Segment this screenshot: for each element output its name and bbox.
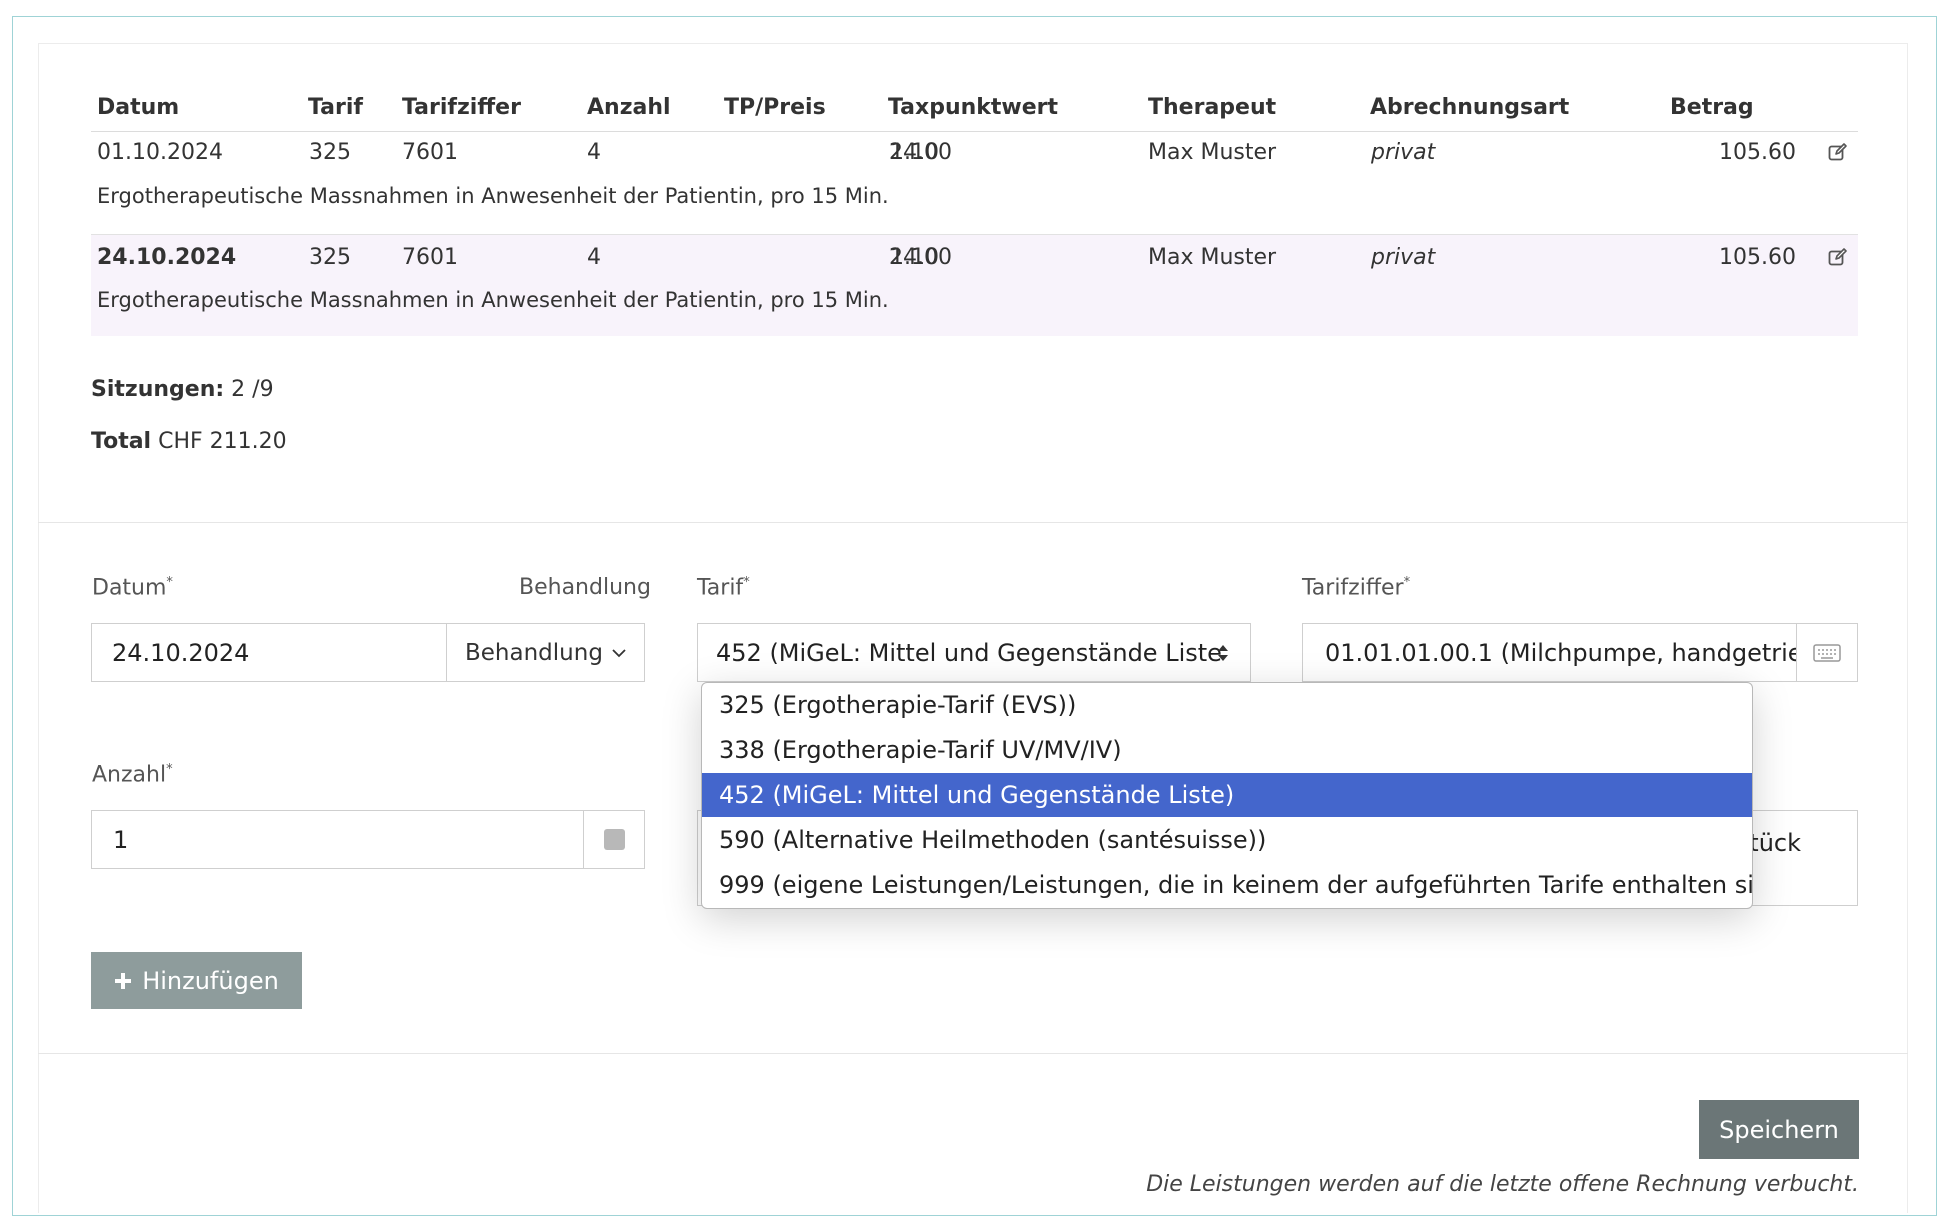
total-value: CHF 211.20: [158, 429, 287, 454]
edit-icon[interactable]: [1828, 247, 1848, 267]
cell-abrechnungsart: privat: [1371, 245, 1436, 270]
sort-arrows-icon: [1218, 645, 1228, 661]
cell-therapeut: Max Muster: [1148, 245, 1277, 270]
col-header-taxpunktwert: Taxpunktwert: [888, 95, 1059, 120]
cell-taxpunktwert: 1.10: [890, 245, 939, 270]
tarifziffer-label: Tarifziffer*: [1302, 575, 1411, 601]
anzahl-input[interactable]: 1: [91, 810, 584, 869]
save-button[interactable]: Speichern: [1699, 1100, 1859, 1159]
cell-tarifziffer: 7601: [402, 140, 458, 165]
tarif-option[interactable]: 325 (Ergotherapie-Tarif (EVS)): [702, 683, 1752, 727]
cell-abrechnungsart: privat: [1371, 140, 1436, 165]
edit-icon[interactable]: [1828, 142, 1848, 162]
tarifziffer-input[interactable]: 01.01.01.00.1 (Milchpumpe, handgetrieb: [1302, 623, 1797, 682]
row-description: Ergotherapeutische Massnahmen in Anwesen…: [97, 184, 889, 208]
col-header-anzahl: Anzahl: [587, 95, 671, 120]
col-header-tarif: Tarif: [308, 95, 363, 120]
tarif-option[interactable]: 338 (Ergotherapie-Tarif UV/MV/IV): [702, 728, 1752, 772]
col-header-therapeut: Therapeut: [1148, 95, 1277, 120]
datum-label: Datum*: [92, 575, 173, 601]
footer-note: Die Leistungen werden auf die letzte off…: [1146, 1172, 1859, 1197]
cell-tarifziffer: 7601: [402, 245, 458, 270]
keyboard-button[interactable]: [1796, 623, 1858, 682]
behandlung-dropdown-button[interactable]: Behandlung: [446, 623, 645, 682]
square-icon: [603, 829, 625, 850]
tarif-option-selected[interactable]: 452 (MiGeL: Mittel und Gegenstände Liste…: [702, 773, 1752, 817]
cell-tarif: 325: [309, 245, 351, 270]
tarif-select[interactable]: 452 (MiGeL: Mittel und Gegenstände Liste: [697, 623, 1251, 682]
datum-input[interactable]: 24.10.2024: [91, 623, 447, 682]
einheit-value: tück: [1749, 829, 1801, 857]
cell-anzahl: 4: [587, 140, 601, 165]
total-summary: Total CHF 211.20: [91, 429, 287, 454]
add-button[interactable]: Hinzufügen: [91, 952, 302, 1009]
sessions-summary: Sitzungen: 2 /9: [91, 377, 274, 402]
tarif-options-list: 325 (Ergotherapie-Tarif (EVS)) 338 (Ergo…: [701, 682, 1753, 909]
behandlung-label: Behandlung: [519, 575, 651, 600]
add-button-label: Hinzufügen: [142, 966, 279, 995]
plus-icon: [115, 972, 132, 989]
col-header-betrag: Betrag: [1670, 95, 1754, 120]
section-divider: [38, 522, 1908, 523]
tarif-select-value: 452 (MiGeL: Mittel und Gegenstände Liste: [716, 638, 1222, 667]
tarif-option[interactable]: 590 (Alternative Heilmethoden (santésuis…: [702, 818, 1752, 862]
chevron-down-icon: [612, 648, 626, 657]
tarif-option[interactable]: 999 (eigene Leistungen/Leistungen, die i…: [702, 863, 1752, 907]
total-label: Total: [91, 429, 152, 454]
cell-datum: 24.10.2024: [97, 245, 237, 270]
tarif-label: Tarif*: [697, 575, 750, 601]
section-divider: [38, 1053, 1908, 1054]
table-row-selected: 24.10.2024 325 7601 4 24.00 1.10 Max Mus…: [91, 235, 1858, 336]
col-header-abrechnungsart: Abrechnungsart: [1370, 95, 1570, 120]
anzahl-addon-button[interactable]: [583, 810, 645, 869]
cell-tarif: 325: [309, 140, 351, 165]
behandlung-button-label: Behandlung: [465, 639, 603, 666]
row-description: Ergotherapeutische Massnahmen in Anwesen…: [97, 288, 889, 312]
anzahl-label: Anzahl*: [92, 762, 173, 788]
col-header-tarifziffer: Tarifziffer: [402, 95, 521, 120]
cell-betrag: 105.60: [1719, 245, 1796, 270]
keyboard-icon: [1813, 643, 1841, 662]
cell-datum: 01.10.2024: [97, 140, 223, 165]
cell-anzahl: 4: [587, 245, 601, 270]
cell-therapeut: Max Muster: [1148, 140, 1277, 165]
sessions-label: Sitzungen:: [91, 377, 225, 402]
col-header-preis: TP/Preis: [724, 95, 826, 120]
cell-taxpunktwert: 1.10: [890, 140, 939, 165]
table-row: 01.10.2024 325 7601 4 24.00 1.10 Max Mus…: [91, 132, 1858, 234]
col-header-datum: Datum: [97, 95, 180, 120]
cell-betrag: 105.60: [1719, 140, 1796, 165]
sessions-value: 2 /9: [231, 377, 274, 402]
